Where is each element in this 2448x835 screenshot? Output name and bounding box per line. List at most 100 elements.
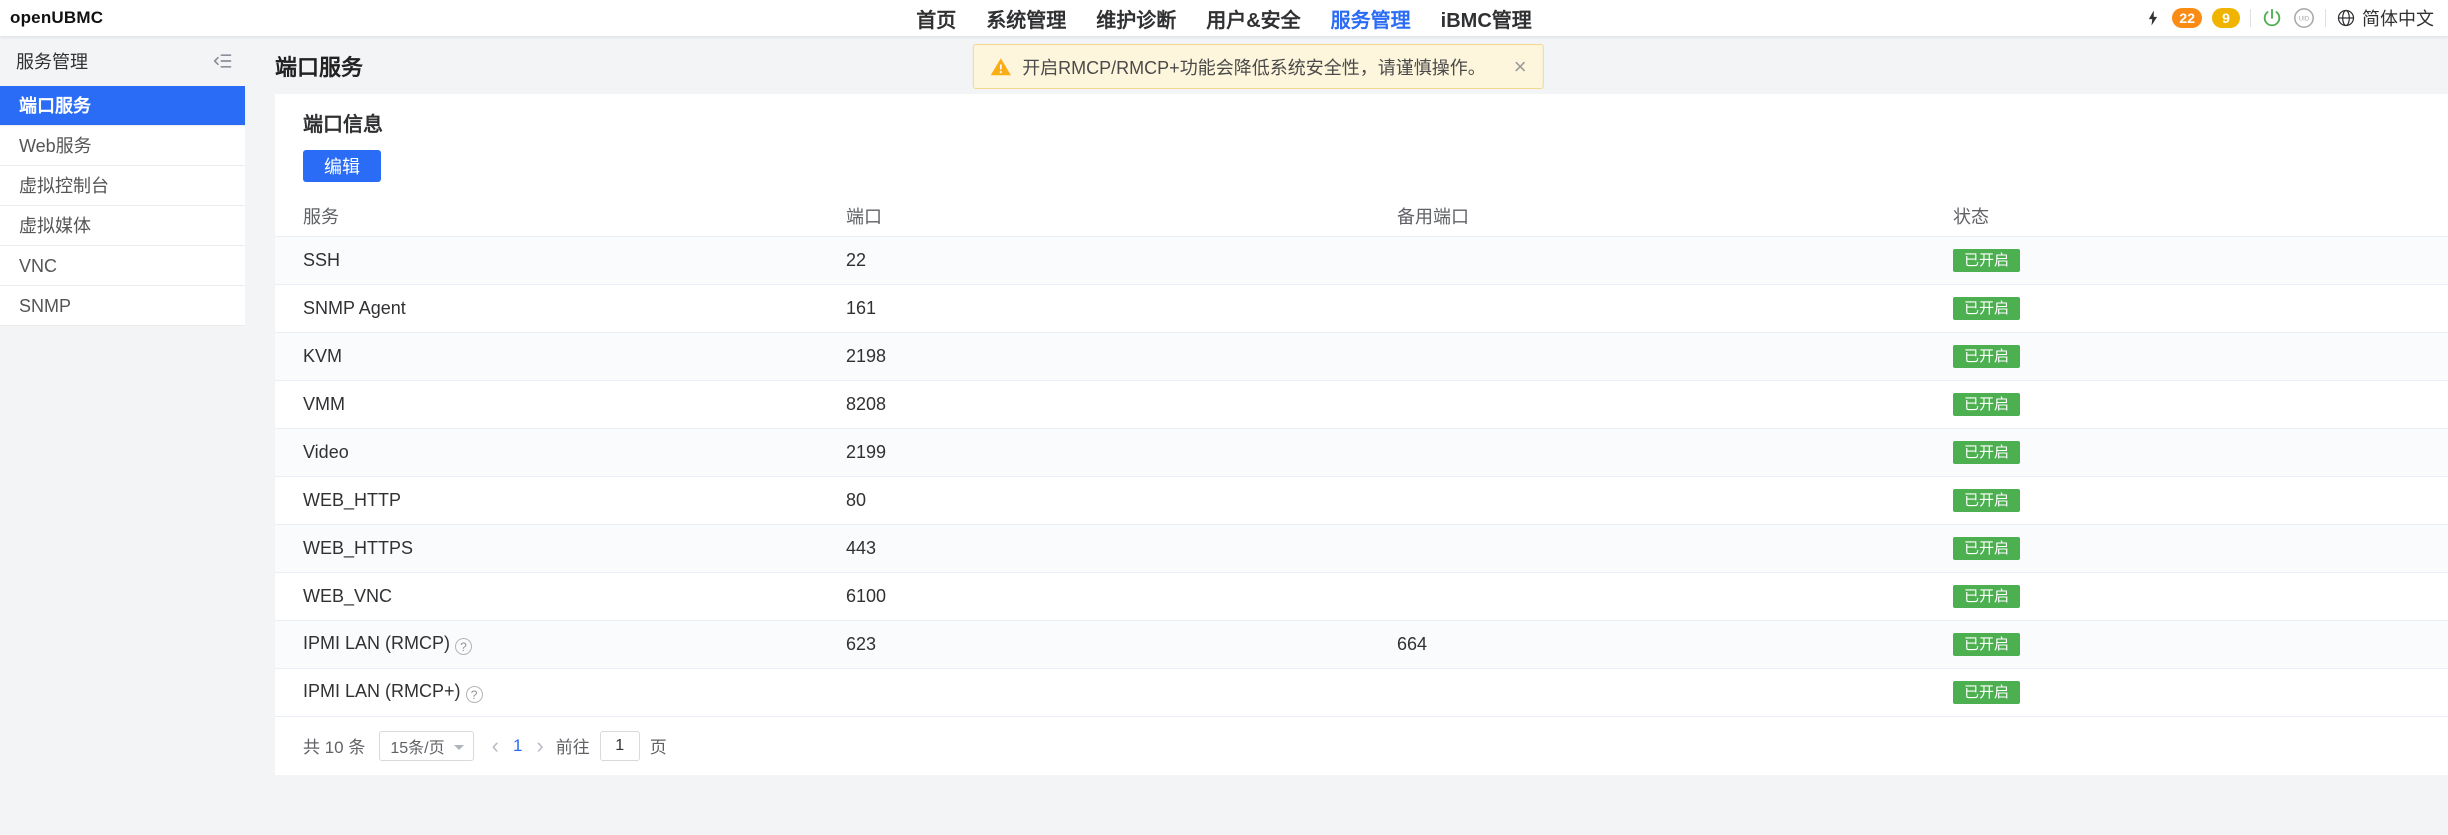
- port-value: 2199: [846, 428, 1397, 477]
- total-count: 共 10 条: [303, 738, 366, 757]
- help-icon[interactable]: ?: [465, 686, 483, 704]
- sidebar-item[interactable]: VNC: [0, 246, 245, 286]
- topbar-actions: 22 9 UID 简体中文: [2144, 5, 2448, 31]
- alt-port-value: [1397, 572, 1953, 621]
- status-badge: 已开启: [1953, 344, 2021, 368]
- table-row: VMM 8208 已开启: [275, 380, 2448, 429]
- port-value: 8208: [846, 380, 1397, 429]
- language-label: 简体中文: [2362, 9, 2434, 29]
- page-size-select[interactable]: 15条/页: [379, 730, 474, 761]
- nav-item[interactable]: 首页: [916, 4, 956, 33]
- status-badge: 已开启: [1953, 392, 2021, 416]
- sidebar: 服务管理 端口服务 Web服务 虚拟控制台 虚拟媒体 VNC SNMP: [0, 36, 245, 835]
- status-badge: 已开启: [1953, 440, 2021, 464]
- sidebar-header: 服务管理: [0, 36, 245, 86]
- port-value: 443: [846, 524, 1397, 573]
- status-cell: 已开启: [1953, 332, 2448, 381]
- port-value: 161: [846, 284, 1397, 333]
- table-row: SSH 22 已开启: [275, 236, 2448, 285]
- table-row: WEB_VNC 6100 已开启: [275, 572, 2448, 621]
- service-name: Video: [275, 428, 846, 477]
- nav-item[interactable]: 用户&安全: [1206, 4, 1300, 33]
- table-row: WEB_HTTPS 443 已开启: [275, 524, 2448, 573]
- uid-icon[interactable]: UID: [2293, 7, 2315, 29]
- status-badge: 已开启: [1953, 296, 2021, 320]
- divider: [2325, 9, 2326, 27]
- column-header: 服务: [275, 196, 846, 237]
- alt-port-value: [1397, 284, 1953, 333]
- status-badge: 已开启: [1953, 536, 2021, 560]
- edit-button[interactable]: 编辑: [303, 150, 381, 182]
- close-icon[interactable]: ×: [1514, 55, 1527, 78]
- svg-text:UID: UID: [2299, 16, 2309, 22]
- page-size-value: 15条/页: [390, 739, 445, 757]
- alt-port-value: 664: [1397, 620, 1953, 669]
- status-cell: 已开启: [1953, 668, 2448, 717]
- current-page[interactable]: 1: [511, 736, 524, 756]
- sidebar-item[interactable]: 端口服务: [0, 86, 245, 126]
- sidebar-item[interactable]: 虚拟控制台: [0, 166, 245, 206]
- nav-item[interactable]: 系统管理: [986, 4, 1066, 33]
- alarm-badge-major[interactable]: 22: [2172, 8, 2202, 28]
- sidebar-item[interactable]: 虚拟媒体: [0, 206, 245, 246]
- status-cell: 已开启: [1953, 236, 2448, 285]
- power-icon[interactable]: [2261, 7, 2283, 29]
- next-page-button[interactable]: ›: [532, 734, 547, 757]
- status-badge: 已开启: [1953, 488, 2021, 512]
- status-badge: 已开启: [1953, 584, 2021, 608]
- alt-port-value: [1397, 236, 1953, 285]
- alt-port-value: [1397, 476, 1953, 525]
- sidebar-menu: 端口服务 Web服务 虚拟控制台 虚拟媒体 VNC SNMP: [0, 86, 245, 326]
- status-cell: 已开启: [1953, 620, 2448, 669]
- alt-port-value: [1397, 332, 1953, 381]
- alt-port-value: [1397, 428, 1953, 477]
- alt-port-value: [1397, 668, 1953, 717]
- goto-page-input[interactable]: [599, 730, 640, 761]
- sidebar-item[interactable]: SNMP: [0, 286, 245, 326]
- help-icon[interactable]: ?: [455, 638, 473, 656]
- port-value: 623: [846, 620, 1397, 669]
- alarm-badge-minor[interactable]: 9: [2212, 8, 2240, 28]
- status-cell: 已开启: [1953, 524, 2448, 573]
- warning-alert: 开启RMCP/RMCP+功能会降低系统安全性，请谨慎操作。 ×: [973, 44, 1544, 89]
- table-row: KVM 2198 已开启: [275, 332, 2448, 381]
- table-row: IPMI LAN (RMCP)? 623 664 已开启: [275, 620, 2448, 669]
- port-value: 2198: [846, 332, 1397, 381]
- nav-item[interactable]: 服务管理: [1331, 4, 1411, 33]
- status-cell: 已开启: [1953, 476, 2448, 525]
- port-value: [846, 668, 1397, 717]
- warning-alert-text: 开启RMCP/RMCP+功能会降低系统安全性，请谨慎操作。: [1022, 57, 1486, 78]
- table-header-row: 服务 端口 备用端口 状态: [275, 196, 2448, 237]
- goto-label: 前往: [555, 738, 590, 757]
- table-row: WEB_HTTP 80 已开启: [275, 476, 2448, 525]
- status-badge: 已开启: [1953, 248, 2021, 272]
- collapse-sidebar-icon[interactable]: [213, 51, 233, 71]
- main-content: 开启RMCP/RMCP+功能会降低系统安全性，请谨慎操作。 × 端口服务 端口信…: [245, 36, 2448, 835]
- prev-page-button[interactable]: ‹: [488, 734, 503, 757]
- port-value: 6100: [846, 572, 1397, 621]
- nav-item[interactable]: 维护诊断: [1096, 4, 1176, 33]
- alt-port-value: [1397, 380, 1953, 429]
- port-value: 22: [846, 236, 1397, 285]
- sidebar-item[interactable]: Web服务: [0, 126, 245, 166]
- table-row: Video 2199 已开启: [275, 428, 2448, 477]
- pagination: 共 10 条 15条/页 ‹ 1 › 前往 页: [303, 730, 2448, 761]
- column-header: 备用端口: [1397, 196, 1953, 237]
- service-name: SNMP Agent: [275, 284, 846, 333]
- service-name: WEB_HTTP: [275, 476, 846, 525]
- globe-icon: [2336, 8, 2356, 28]
- port-info-card: 端口信息 编辑 服务 端口 备用端口 状态 SSH 22 已开启 SNMP Agent 161…: [275, 94, 2448, 775]
- page-unit-label: 页: [649, 738, 667, 757]
- status-cell: 已开启: [1953, 572, 2448, 621]
- section-title: 端口信息: [303, 114, 383, 136]
- sidebar-title: 服务管理: [16, 52, 88, 72]
- service-name: SSH: [275, 236, 846, 285]
- service-name: IPMI LAN (RMCP)?: [275, 620, 846, 669]
- language-switcher[interactable]: 简体中文: [2336, 5, 2434, 31]
- status-cell: 已开启: [1953, 428, 2448, 477]
- service-name: WEB_HTTPS: [275, 524, 846, 573]
- alarm-icon[interactable]: [2144, 9, 2162, 27]
- service-name: KVM: [275, 332, 846, 381]
- service-name: IPMI LAN (RMCP+)?: [275, 668, 846, 717]
- nav-item[interactable]: iBMC管理: [1441, 4, 1532, 33]
